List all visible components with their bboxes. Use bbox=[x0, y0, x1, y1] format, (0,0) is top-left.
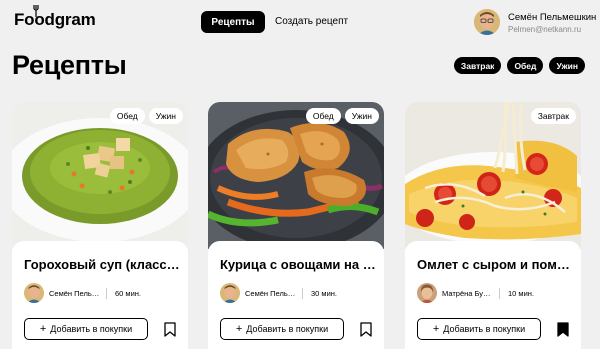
add-to-shopping-list-label: Добавить в покупки bbox=[443, 324, 526, 334]
author-avatar[interactable] bbox=[220, 283, 240, 303]
user-name: Семён Пельмешкин bbox=[508, 12, 597, 23]
author-name[interactable]: Семён Пельмешкин bbox=[49, 289, 101, 298]
author-avatar[interactable] bbox=[24, 283, 44, 303]
add-to-shopping-list-label: Добавить в покупки bbox=[246, 324, 329, 334]
logo[interactable]: Foodgram bbox=[14, 5, 96, 30]
plus-icon: + bbox=[39, 322, 47, 335]
tag-badge: Ужин bbox=[344, 108, 379, 124]
header: Foodgram Рецепты Создать рецепт Семён Пе… bbox=[0, 0, 600, 44]
filter-lunch[interactable]: Обед bbox=[507, 57, 544, 74]
filter-breakfast[interactable]: Завтрак bbox=[453, 57, 502, 74]
add-to-shopping-list-label: Добавить в покупки bbox=[50, 324, 133, 334]
recipe-title[interactable]: Омлет с сыром и помидорами bbox=[417, 257, 573, 272]
cook-time: 60 мин. bbox=[115, 289, 141, 298]
cook-time: 30 мин. bbox=[311, 289, 337, 298]
recipe-image[interactable]: Обед Ужин bbox=[208, 102, 384, 249]
nav-recipes-tab[interactable]: Рецепты bbox=[201, 11, 265, 33]
fork-icon bbox=[33, 5, 39, 17]
user-avatar[interactable] bbox=[474, 9, 500, 35]
logo-text: Foodgram bbox=[14, 10, 96, 29]
recipe-title[interactable]: Гороховый суп (классический) bbox=[24, 257, 180, 272]
author-name[interactable]: Семён Пельмешкин bbox=[245, 289, 297, 298]
nav-create-recipe-link[interactable]: Создать рецепт bbox=[275, 16, 348, 27]
tag-badge: Завтрак bbox=[530, 108, 576, 124]
recipe-image[interactable]: Обед Ужин bbox=[12, 102, 188, 249]
divider bbox=[302, 288, 303, 299]
tag-badge: Обед bbox=[305, 108, 341, 124]
page-title: Рецепты bbox=[12, 50, 127, 80]
recipe-tags: Завтрак bbox=[530, 108, 576, 124]
tag-badge: Ужин bbox=[148, 108, 183, 124]
author-avatar[interactable] bbox=[417, 283, 437, 303]
bookmark-icon[interactable] bbox=[360, 322, 372, 337]
divider bbox=[499, 288, 500, 299]
tag-badge: Обед bbox=[109, 108, 145, 124]
bookmark-icon[interactable] bbox=[164, 322, 176, 337]
author-name[interactable]: Матрёна Бурёнкина bbox=[442, 289, 494, 298]
plus-icon: + bbox=[432, 322, 440, 335]
bookmark-filled-icon[interactable] bbox=[557, 322, 569, 337]
add-to-shopping-list-button[interactable]: + Добавить в покупки bbox=[220, 318, 344, 340]
recipe-card[interactable]: Завтрак Омлет с сыром и помидорами Матрё… bbox=[405, 102, 581, 349]
recipe-tags: Обед Ужин bbox=[109, 108, 183, 124]
add-to-shopping-list-button[interactable]: + Добавить в покупки bbox=[417, 318, 541, 340]
recipe-title[interactable]: Курица с овощами на сковороде bbox=[220, 257, 376, 272]
recipe-image[interactable]: Завтрак bbox=[405, 102, 581, 249]
recipe-card[interactable]: Обед Ужин Курица с овощами на сковороде … bbox=[208, 102, 384, 349]
divider bbox=[106, 288, 107, 299]
filter-dinner[interactable]: Ужин bbox=[549, 57, 585, 74]
cook-time: 10 мин. bbox=[508, 289, 534, 298]
recipe-card[interactable]: Обед Ужин Гороховый суп (классический) С… bbox=[12, 102, 188, 349]
card-body: Курица с овощами на сковороде Семён Пель… bbox=[208, 241, 384, 349]
tag-filters: Завтрак Обед Ужин bbox=[453, 57, 585, 74]
add-to-shopping-list-button[interactable]: + Добавить в покупки bbox=[24, 318, 148, 340]
recipe-tags: Обед Ужин bbox=[305, 108, 379, 124]
card-body: Омлет с сыром и помидорами Матрёна Бурён… bbox=[405, 241, 581, 349]
card-body: Гороховый суп (классический) Семён Пельм… bbox=[12, 241, 188, 349]
user-email: Pelmen@netkann.ru bbox=[508, 25, 582, 34]
plus-icon: + bbox=[235, 322, 243, 335]
